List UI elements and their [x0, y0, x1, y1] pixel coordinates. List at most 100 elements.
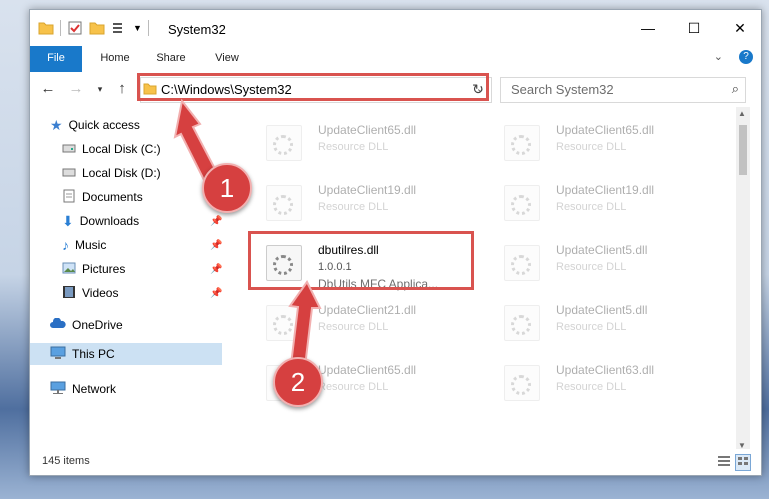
nav-item-label: Videos: [82, 286, 119, 300]
vertical-scrollbar[interactable]: ▲ ▼: [736, 107, 750, 452]
details-view-icon[interactable]: [717, 455, 731, 470]
dll-icon: [266, 125, 302, 161]
pin-icon[interactable]: 📌: [210, 240, 222, 251]
drive-icon: [62, 166, 76, 180]
file-name: UpdateClient19.dll: [318, 183, 417, 197]
customize-icon[interactable]: [111, 20, 127, 36]
file-highlight-box: [248, 231, 474, 290]
tab-home[interactable]: Home: [92, 46, 138, 70]
star-icon: ★: [50, 116, 63, 133]
large-icons-view-icon[interactable]: [735, 454, 751, 471]
nav-item-label: Local Disk (C:): [82, 142, 161, 156]
nav-item-this-pc[interactable]: This PC: [30, 343, 222, 365]
file-item[interactable]: UpdateClient65.dll Resource DLL: [488, 115, 713, 165]
cloud-icon: [50, 316, 66, 333]
quick-access-toolbar: ▼: [38, 20, 149, 36]
nav-item-downloads[interactable]: ⬇ Downloads 📌: [62, 210, 222, 232]
dll-icon: [266, 305, 302, 341]
music-icon: ♪: [62, 237, 69, 253]
nav-item-label: Network: [72, 382, 117, 396]
close-button[interactable]: ✕: [717, 10, 761, 46]
file-item[interactable]: UpdateClient21.dll Resource DLL: [250, 295, 475, 345]
dll-icon: [504, 305, 540, 341]
nav-item-network[interactable]: Network: [50, 378, 116, 400]
file-name: UpdateClient65.dll: [318, 123, 417, 137]
file-item[interactable]: UpdateClient65.dll Resource DLL: [250, 115, 475, 165]
properties-icon[interactable]: [67, 20, 83, 36]
file-type: Resource DLL: [318, 321, 389, 333]
file-name: UpdateClient5.dll: [556, 243, 648, 257]
file-type: Resource DLL: [556, 381, 627, 393]
scrollbar-thumb[interactable]: [739, 125, 747, 175]
nav-item-label: Downloads: [79, 214, 140, 228]
nav-item-local-disk-c[interactable]: Local Disk (C:): [62, 138, 222, 160]
title-bar: ▼ System32 — ☐ ✕: [30, 10, 761, 46]
file-type: Resource DLL: [318, 201, 389, 213]
file-name: UpdateClient19.dll: [556, 183, 655, 197]
tab-view[interactable]: View: [204, 46, 250, 70]
step-badge-1: 1: [202, 163, 252, 213]
file-item[interactable]: UpdateClient19.dll Resource DLL: [488, 175, 713, 225]
status-bar: 145 items: [30, 449, 761, 475]
nav-item-label: This PC: [72, 347, 115, 361]
nav-item-local-disk-d[interactable]: Local Disk (D:): [62, 162, 222, 184]
file-item[interactable]: UpdateClient5.dll Resource DLL: [488, 235, 713, 285]
dll-icon: [504, 185, 540, 221]
pin-icon[interactable]: 📌: [210, 264, 222, 275]
file-name: UpdateClient63.dll: [556, 363, 655, 377]
nav-item-label: Local Disk (D:): [82, 166, 161, 180]
nav-item-onedrive[interactable]: OneDrive: [50, 314, 123, 336]
drive-icon: [62, 142, 76, 156]
pin-icon[interactable]: 📌: [210, 216, 222, 227]
pin-icon[interactable]: 📌: [210, 288, 222, 299]
window-title: System32: [168, 22, 226, 37]
network-icon: [50, 381, 66, 398]
documents-icon: [62, 189, 76, 206]
nav-item-pictures[interactable]: Pictures 📌: [62, 258, 222, 280]
dll-icon: [266, 185, 302, 221]
recent-locations-button[interactable]: ▾: [90, 80, 110, 98]
nav-item-music[interactable]: ♪ Music 📌: [62, 234, 222, 256]
file-type: Resource DLL: [556, 321, 627, 333]
forward-button[interactable]: →: [66, 80, 86, 98]
nav-item-label: Quick access: [68, 118, 140, 132]
file-item[interactable]: UpdateClient5.dll Resource DLL: [488, 295, 713, 345]
nav-item-quick-access[interactable]: ★ Quick access: [50, 114, 140, 136]
item-count: 145 items: [42, 455, 90, 467]
scroll-up-icon[interactable]: ▲: [738, 109, 746, 118]
navigation-pane: ★ Quick access Local Disk (C:) Local Dis…: [30, 107, 230, 447]
search-box[interactable]: Search System32 ⌕: [500, 77, 746, 103]
download-icon: ⬇: [62, 212, 74, 229]
back-button[interactable]: ←: [38, 80, 58, 98]
file-type: Resource DLL: [318, 381, 389, 393]
nav-item-label: Music: [75, 238, 107, 252]
tab-share[interactable]: Share: [148, 46, 194, 70]
file-item[interactable]: UpdateClient19.dll Resource DLL: [250, 175, 475, 225]
search-input[interactable]: Search System32: [511, 82, 614, 97]
nav-item-videos[interactable]: Videos 📌: [62, 282, 222, 304]
computer-icon: [50, 346, 66, 363]
nav-item-documents[interactable]: Documents: [62, 186, 222, 208]
minimize-button[interactable]: —: [625, 10, 671, 46]
up-button[interactable]: ↑: [112, 80, 132, 98]
new-folder-icon[interactable]: [89, 20, 105, 36]
ribbon-tabs: File Home Share View ⌄ ?: [30, 46, 761, 96]
nav-item-label: Pictures: [82, 262, 126, 276]
nav-item-label: Documents: [82, 190, 143, 204]
file-item[interactable]: UpdateClient63.dll Resource DLL: [488, 355, 713, 405]
folder-icon[interactable]: [38, 20, 54, 36]
file-name: UpdateClient65.dll: [318, 363, 417, 377]
step-badge-2: 2: [273, 357, 323, 407]
search-icon[interactable]: ⌕: [732, 81, 739, 97]
divider: [60, 20, 61, 36]
file-name: UpdateClient21.dll: [318, 303, 417, 317]
pictures-icon: [62, 262, 76, 277]
chevron-down-icon[interactable]: ▼: [133, 23, 142, 33]
maximize-button[interactable]: ☐: [671, 10, 717, 46]
dll-icon: [504, 365, 540, 401]
expand-ribbon-icon[interactable]: ⌄: [714, 50, 723, 63]
help-icon[interactable]: ?: [739, 50, 753, 64]
file-type: Resource DLL: [556, 261, 627, 273]
file-name: UpdateClient65.dll: [556, 123, 655, 137]
file-type: Resource DLL: [556, 141, 627, 153]
